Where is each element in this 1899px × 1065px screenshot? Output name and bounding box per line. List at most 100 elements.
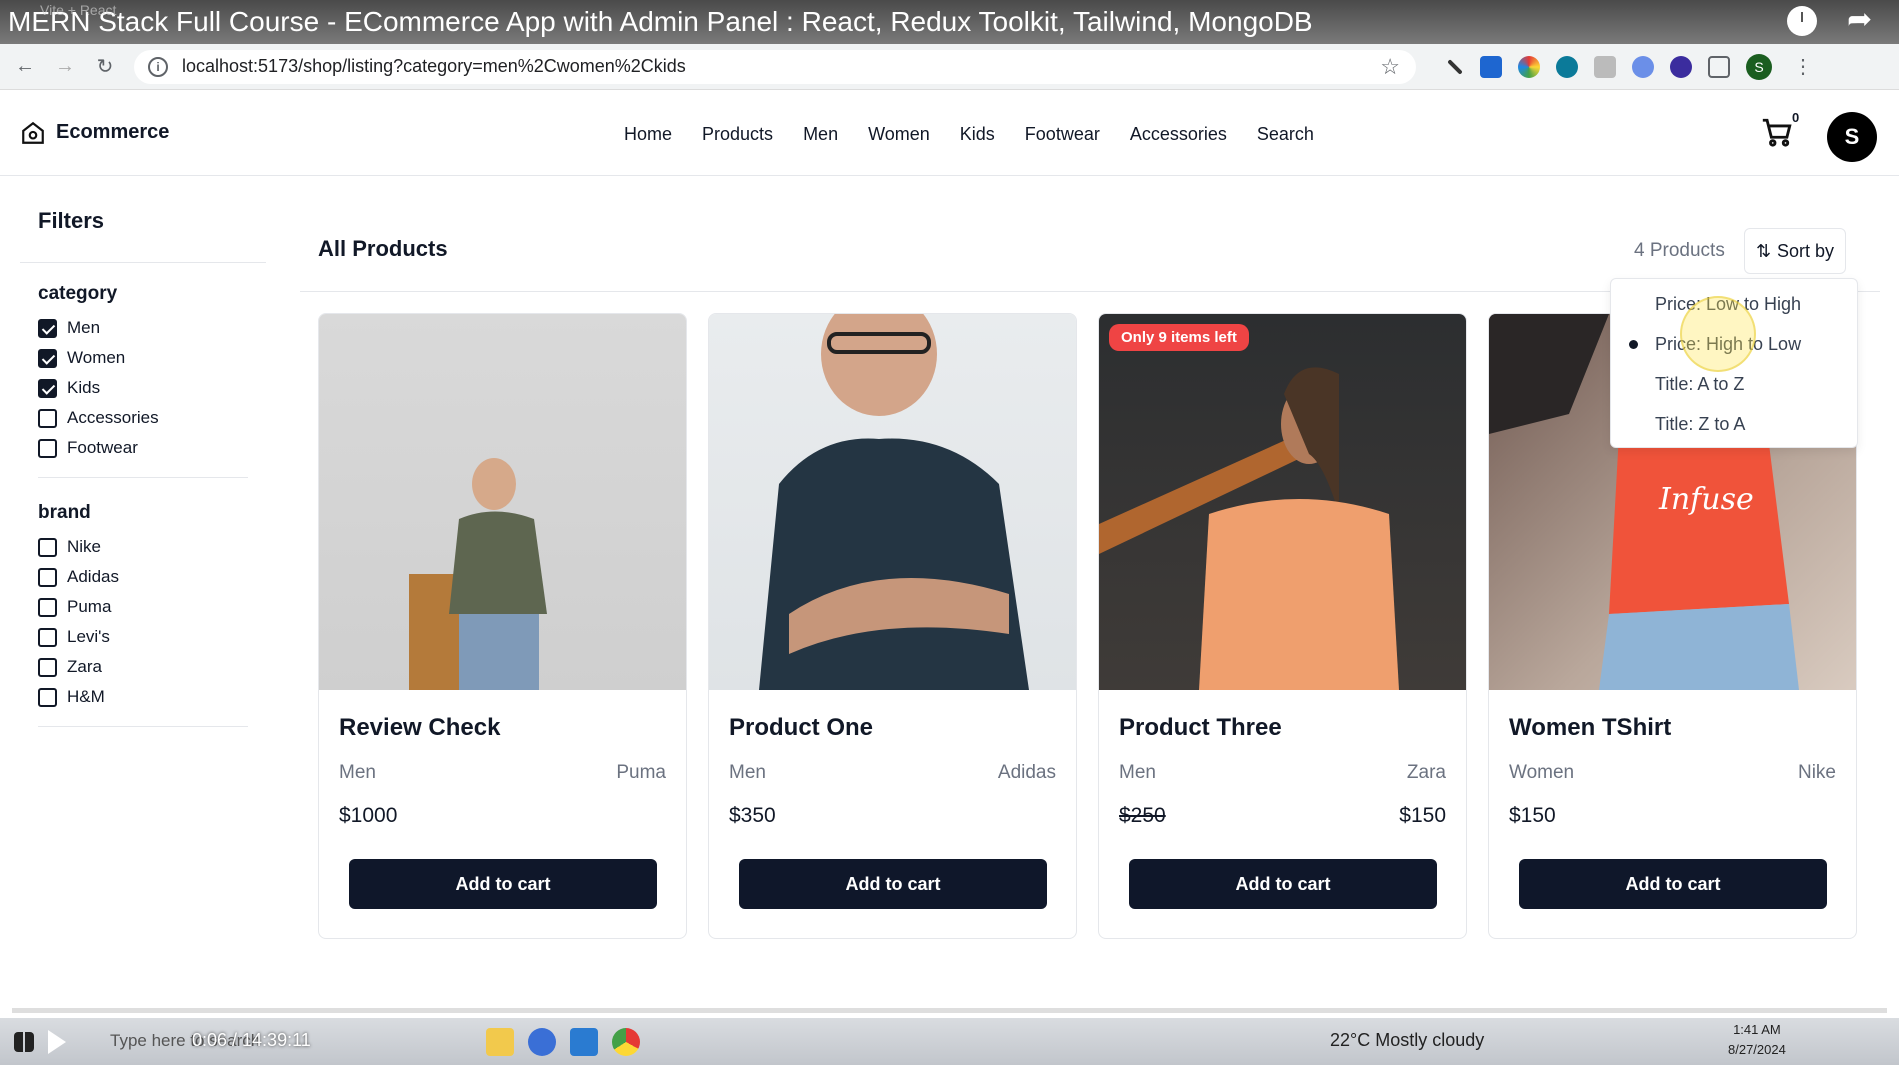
play-icon[interactable] xyxy=(48,1029,66,1054)
text-extension-icon[interactable] xyxy=(1594,55,1616,78)
extension-icon-purple[interactable] xyxy=(1670,55,1692,78)
product-image[interactable] xyxy=(709,314,1076,690)
product-card[interactable]: Only 9 items left Product Three Men Zara … xyxy=(1098,313,1467,939)
product-card[interactable]: Product One Men Adidas $350 Add to cart xyxy=(708,313,1077,939)
add-to-cart-button[interactable]: Add to cart xyxy=(1519,859,1827,909)
cart-icon xyxy=(1762,118,1792,147)
windows-taskbar: Type here to search 0:06 / 14:39:11 22°C… xyxy=(0,1018,1899,1065)
nav-home[interactable]: Home xyxy=(624,124,672,145)
share-icon[interactable]: ➦ xyxy=(1847,5,1879,35)
filter-option-hm[interactable]: H&M xyxy=(38,682,266,712)
product-name[interactable]: Women TShirt xyxy=(1509,714,1836,742)
brand-logo[interactable]: Ecommerce xyxy=(20,120,169,144)
checkbox[interactable] xyxy=(38,318,57,338)
video-title: MERN Stack Full Course - ECommerce App w… xyxy=(8,6,1313,37)
product-name[interactable]: Review Check xyxy=(339,714,666,742)
eyedropper-extension-icon[interactable] xyxy=(1447,58,1463,75)
filter-option-puma[interactable]: Puma xyxy=(38,592,266,622)
filter-option-adidas[interactable]: Adidas xyxy=(38,562,266,592)
product-name[interactable]: Product Three xyxy=(1119,714,1446,742)
checkbox[interactable] xyxy=(38,687,57,707)
vscode-icon[interactable] xyxy=(570,1027,598,1056)
nav-accessories[interactable]: Accessories xyxy=(1130,124,1227,145)
product-card[interactable]: Review Check Men Puma $1000 Add to cart xyxy=(318,313,687,939)
puzzle-extensions-icon[interactable] xyxy=(1708,55,1730,78)
add-to-cart-button[interactable]: Add to cart xyxy=(739,859,1047,909)
filter-option-label: Zara xyxy=(67,657,102,676)
checkbox[interactable] xyxy=(38,627,57,647)
user-avatar[interactable]: S xyxy=(1827,112,1877,162)
checkbox[interactable] xyxy=(38,597,57,617)
video-title-bar: Vite + React MERN Stack Full Course - EC… xyxy=(0,0,1899,44)
filter-option-levis[interactable]: Levi's xyxy=(38,622,266,652)
product-photo-illustration xyxy=(1099,367,1399,690)
selected-dot-icon xyxy=(1629,340,1638,349)
cursor-highlight xyxy=(1680,296,1756,372)
checkbox[interactable] xyxy=(38,657,57,677)
extension-icon-blue[interactable] xyxy=(1480,55,1502,78)
checkbox[interactable] xyxy=(38,348,57,368)
add-to-cart-button[interactable]: Add to cart xyxy=(349,859,657,909)
product-brand: Adidas xyxy=(997,762,1056,783)
app-icon-blue[interactable] xyxy=(528,1027,556,1056)
extension-icon-lightblue[interactable] xyxy=(1632,55,1654,78)
back-icon[interactable]: ← xyxy=(10,55,40,78)
nav-products[interactable]: Products xyxy=(702,124,773,145)
product-image[interactable]: Only 9 items left xyxy=(1099,314,1466,690)
nav-search[interactable]: Search xyxy=(1257,124,1314,145)
video-progress-bar[interactable] xyxy=(12,1008,1887,1013)
product-price: $350 xyxy=(729,804,776,827)
filter-option-zara[interactable]: Zara xyxy=(38,652,266,682)
checkbox[interactable] xyxy=(38,408,57,428)
bookmark-star-icon[interactable]: ☆ xyxy=(1380,54,1400,80)
filter-option-footwear[interactable]: Footwear xyxy=(38,433,266,463)
video-timestamp: 0:06 / 14:39:11 xyxy=(192,1030,311,1050)
nav-footwear[interactable]: Footwear xyxy=(1025,124,1100,145)
filter-option-label: H&M xyxy=(67,687,105,706)
chrome-icon[interactable] xyxy=(612,1027,640,1056)
product-brand: Zara xyxy=(1406,762,1446,783)
file-explorer-icon[interactable] xyxy=(486,1027,514,1056)
weather-widget[interactable]: 22°C Mostly cloudy xyxy=(1330,1030,1484,1051)
filter-option-women[interactable]: Women xyxy=(38,343,266,373)
product-photo-illustration xyxy=(409,458,547,690)
checkbox[interactable] xyxy=(38,537,57,557)
checkbox[interactable] xyxy=(38,438,57,458)
sort-option-title-z-a[interactable]: Title: Z to A xyxy=(1611,409,1857,449)
filter-option-nike[interactable]: Nike xyxy=(38,532,266,562)
url-text[interactable]: localhost:5173/shop/listing?category=men… xyxy=(182,56,686,77)
browser-toolbar: ← → ↻ i localhost:5173/shop/listing?cate… xyxy=(0,44,1899,90)
windows-start-icon[interactable] xyxy=(14,1031,34,1052)
product-name[interactable]: Product One xyxy=(729,714,1056,742)
taskbar-clock[interactable]: 1:41 AM 8/27/2024 xyxy=(1728,1020,1786,1060)
filter-option-label: Women xyxy=(67,348,126,367)
browser-profile-avatar[interactable]: S xyxy=(1746,53,1772,80)
filter-option-accessories[interactable]: Accessories xyxy=(38,403,266,433)
filters-sidebar: Filters category Men Women Kids Accessor… xyxy=(20,208,266,751)
add-to-cart-button[interactable]: Add to cart xyxy=(1129,859,1437,909)
color-picker-extension-icon[interactable] xyxy=(1518,55,1540,78)
nav-women[interactable]: Women xyxy=(868,124,930,145)
filter-option-men[interactable]: Men xyxy=(38,313,266,343)
sort-button[interactable]: ⇅ Sort by xyxy=(1744,228,1846,274)
nav-men[interactable]: Men xyxy=(803,124,838,145)
globe-extension-icon[interactable] xyxy=(1556,55,1578,78)
reload-icon[interactable]: ↻ xyxy=(90,54,120,79)
original-price: $250 xyxy=(1119,804,1166,827)
browser-menu-icon[interactable]: ⋮ xyxy=(1788,54,1818,79)
filter-option-label: Adidas xyxy=(67,567,119,586)
clock-date: 8/27/2024 xyxy=(1728,1042,1786,1057)
product-price: $1000 xyxy=(339,804,398,827)
sort-option-title-a-z[interactable]: Title: A to Z xyxy=(1611,369,1857,409)
forward-icon[interactable]: → xyxy=(50,55,80,78)
checkbox[interactable] xyxy=(38,378,57,398)
divider xyxy=(38,477,248,478)
watch-later-icon[interactable] xyxy=(1787,6,1817,36)
browser-tab-title[interactable]: Vite + React xyxy=(40,2,116,18)
site-info-icon[interactable]: i xyxy=(148,56,168,77)
filter-option-kids[interactable]: Kids xyxy=(38,373,266,403)
checkbox[interactable] xyxy=(38,567,57,587)
nav-kids[interactable]: Kids xyxy=(960,124,995,145)
address-bar[interactable]: i localhost:5173/shop/listing?category=m… xyxy=(134,49,1416,84)
product-image[interactable] xyxy=(319,314,686,690)
